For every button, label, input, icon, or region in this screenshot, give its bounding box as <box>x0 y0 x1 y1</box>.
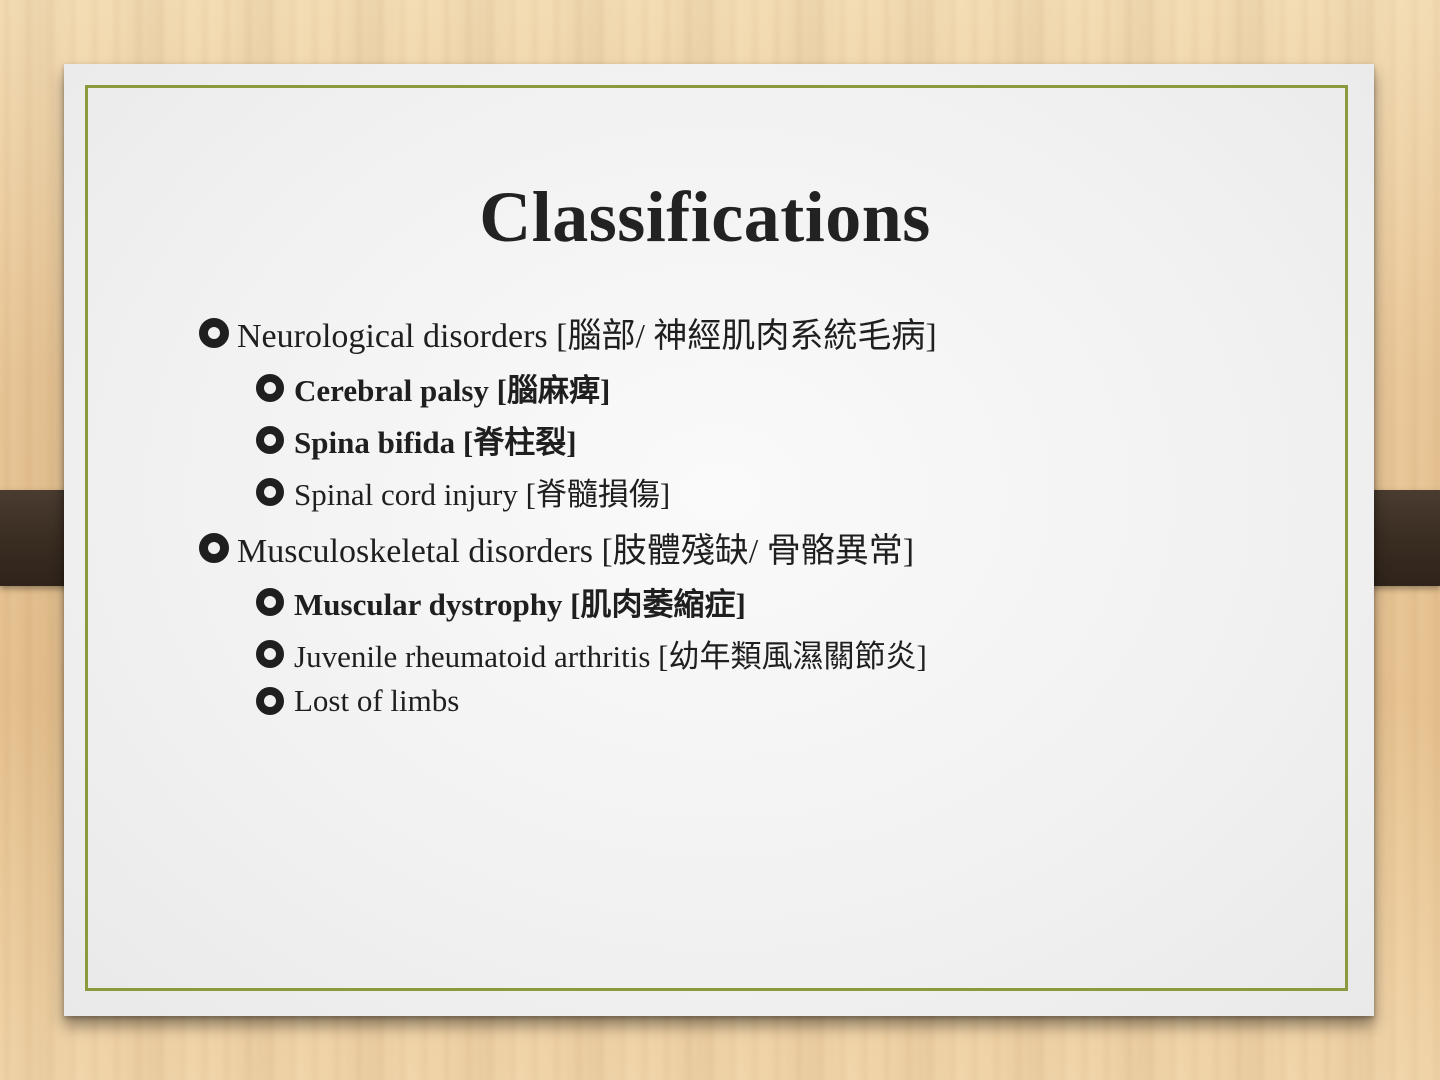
bullet-item-juvenile-arthritis: Juvenile rheumatoid arthritis [幼年類風濕關節炎] <box>256 631 927 676</box>
bullet-text: Neurological disorders [腦部/ 神經肌肉系統毛病] <box>237 318 937 355</box>
ring-bullet-icon <box>256 687 284 715</box>
bullet-text: Spina bifida [脊柱裂] <box>294 425 577 460</box>
ring-bullet-icon <box>256 373 284 402</box>
bullet-item-musculoskeletal: Musculoskeletal disorders [肢體殘缺/ 骨骼異常] <box>199 523 914 572</box>
ring-bullet-icon <box>256 425 284 454</box>
bullet-item-muscular-dystrophy: Muscular dystrophy [肌肉萎縮症] <box>256 579 746 624</box>
slide-card: Classifications Neurological disorders [… <box>64 64 1374 1016</box>
bullet-item-neurological: Neurological disorders [腦部/ 神經肌肉系統毛病] <box>199 308 937 357</box>
ring-bullet-icon <box>256 477 284 506</box>
bullet-text: Spinal cord injury [脊髓損傷] <box>294 477 671 512</box>
bullet-text: Juvenile rheumatoid arthritis [幼年類風濕關節炎] <box>294 639 927 674</box>
bullet-text: Lost of limbs <box>294 683 460 718</box>
bullet-text: Muscular dystrophy [肌肉萎縮症] <box>294 587 746 622</box>
ring-bullet-icon <box>199 532 229 563</box>
bullet-text: Musculoskeletal disorders [肢體殘缺/ 骨骼異常] <box>237 533 915 570</box>
bullet-text: Cerebral palsy [腦麻痺] <box>294 373 611 408</box>
ring-bullet-icon <box>199 317 229 348</box>
ring-bullet-icon <box>256 587 284 616</box>
bullet-item-spina-bifida: Spina bifida [脊柱裂] <box>256 417 577 462</box>
bullet-item-spinal-cord-injury: Spinal cord injury [脊髓損傷] <box>256 469 670 514</box>
slide-title: Classifications <box>479 177 931 257</box>
bullet-item-cerebral-palsy: Cerebral palsy [腦麻痺] <box>256 365 610 410</box>
bullet-item-lost-of-limbs: Lost of limbs <box>256 683 459 719</box>
ring-bullet-icon <box>256 639 284 668</box>
